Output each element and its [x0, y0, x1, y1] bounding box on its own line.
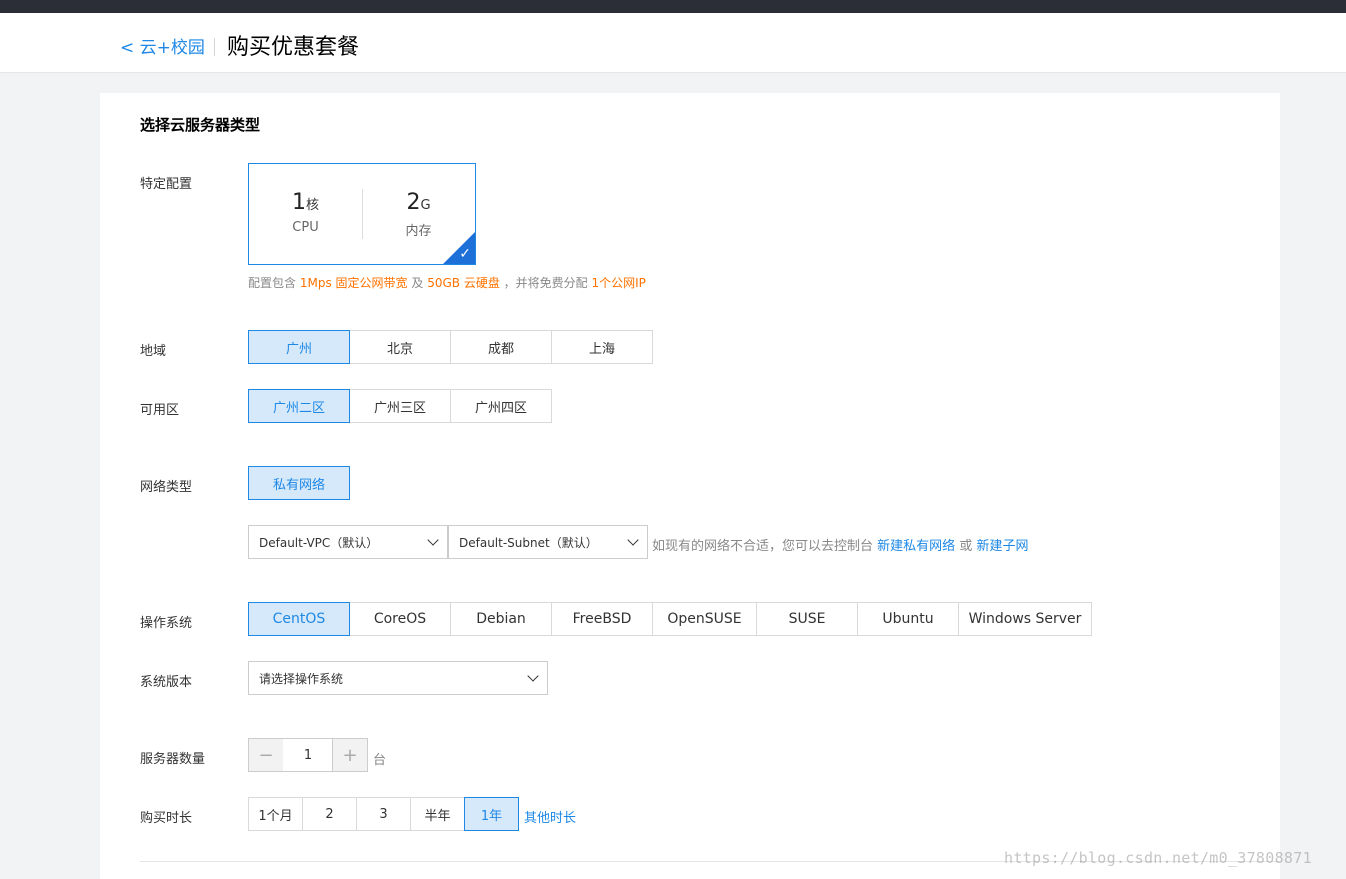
- note-and: 及: [411, 276, 424, 290]
- back-link[interactable]: < 云+校园: [120, 33, 205, 58]
- duration-option[interactable]: 1个月: [248, 797, 303, 831]
- os-option[interactable]: OpenSUSE: [652, 602, 757, 636]
- os-option[interactable]: CoreOS: [349, 602, 451, 636]
- os-selector: CentOS CoreOS Debian FreeBSD OpenSUSE SU…: [248, 602, 1092, 636]
- check-icon: ✓: [459, 246, 471, 262]
- chevron-down-icon: [527, 670, 539, 682]
- zone-option[interactable]: 广州二区: [248, 389, 350, 423]
- label-duration: 购买时长: [140, 811, 193, 826]
- note-disk: 50GB 云硬盘: [427, 276, 500, 290]
- os-option[interactable]: FreeBSD: [551, 602, 653, 636]
- region-option[interactable]: 上海: [551, 330, 653, 364]
- os-option[interactable]: SUSE: [756, 602, 858, 636]
- duration-option[interactable]: 2: [302, 797, 357, 831]
- decrement-button[interactable]: −: [248, 738, 284, 772]
- note-bandwidth: 1Mps 固定公网带宽: [299, 276, 408, 290]
- vpc-select-value: Default-VPC（默认）: [259, 535, 379, 550]
- chevron-down-icon: [427, 534, 439, 546]
- server-count-input[interactable]: 1: [283, 738, 333, 772]
- region-option[interactable]: 成都: [450, 330, 552, 364]
- server-count-unit: 台: [373, 753, 387, 768]
- os-version-select-value: 请选择操作系统: [259, 671, 344, 686]
- config-note: 配置包含 1Mps 固定公网带宽 及 50GB 云硬盘 ，并将免费分配 1个公网…: [248, 274, 646, 291]
- os-option[interactable]: Windows Server: [958, 602, 1092, 636]
- duration-option[interactable]: 半年: [410, 797, 465, 831]
- label-network-type: 网络类型: [140, 480, 193, 495]
- header-divider: [214, 38, 215, 56]
- memory-value: 2: [406, 190, 421, 215]
- os-version-select[interactable]: 请选择操作系统: [248, 661, 548, 695]
- note-mid: ，并将免费分配: [503, 276, 588, 290]
- region-option[interactable]: 北京: [349, 330, 451, 364]
- subnet-select[interactable]: Default-Subnet（默认）: [448, 525, 648, 559]
- cpu-column: 1核 CPU: [249, 190, 362, 235]
- region-selector: 广州 北京 成都 上海: [248, 330, 653, 364]
- other-duration-link[interactable]: 其他时长: [524, 807, 576, 826]
- network-type-option[interactable]: 私有网络: [248, 466, 350, 500]
- memory-unit: G: [420, 198, 431, 213]
- new-subnet-link[interactable]: 新建子网: [976, 539, 1028, 554]
- chevron-down-icon: [627, 534, 639, 546]
- section-title: 选择云服务器类型: [140, 116, 261, 134]
- network-hint: 如现有的网络不合适，您可以去控制台 新建私有网络 或 新建子网: [652, 535, 1028, 554]
- duration-selector: 1个月 2 3 半年 1年: [248, 797, 519, 831]
- label-zone: 可用区: [140, 403, 180, 418]
- network-hint-text: 如现有的网络不合适，您可以去控制台: [652, 539, 874, 554]
- duration-option[interactable]: 1年: [464, 797, 519, 831]
- note-prefix: 配置包含: [248, 276, 297, 290]
- config-panel: 选择云服务器类型 特定配置 1核 CPU 2G 内存 ✓ 配置包含 1Mps 固…: [100, 93, 1280, 879]
- os-option[interactable]: Ubuntu: [857, 602, 959, 636]
- increment-button[interactable]: +: [332, 738, 368, 772]
- duration-option[interactable]: 3: [356, 797, 411, 831]
- os-option[interactable]: CentOS: [248, 602, 350, 636]
- zone-selector: 广州二区 广州三区 广州四区: [248, 389, 552, 423]
- label-os: 操作系统: [140, 616, 193, 631]
- label-region: 地域: [140, 344, 167, 359]
- label-config: 特定配置: [140, 177, 193, 192]
- zone-option[interactable]: 广州四区: [450, 389, 552, 423]
- cpu-value: 1: [291, 190, 306, 215]
- new-vpc-link[interactable]: 新建私有网络: [877, 539, 955, 554]
- zone-option[interactable]: 广州三区: [349, 389, 451, 423]
- cpu-label: CPU: [292, 220, 319, 235]
- watermark: https://blog.csdn.net/m0_37808871: [1004, 849, 1312, 867]
- page-title: 购买优惠套餐: [227, 35, 360, 60]
- note-ip: 1个公网IP: [591, 276, 646, 290]
- top-bar: [0, 0, 1346, 13]
- vpc-select[interactable]: Default-VPC（默认）: [248, 525, 448, 559]
- os-option[interactable]: Debian: [450, 602, 552, 636]
- page-header: < 云+校园 购买优惠套餐: [0, 13, 1346, 73]
- label-server-count: 服务器数量: [140, 752, 206, 767]
- config-card-1core-2g[interactable]: 1核 CPU 2G 内存 ✓: [248, 163, 476, 265]
- network-hint-or: 或: [959, 539, 973, 554]
- network-type-selector: 私有网络: [248, 466, 350, 500]
- label-os-version: 系统版本: [140, 675, 193, 690]
- region-option[interactable]: 广州: [248, 330, 350, 364]
- cpu-unit: 核: [305, 198, 319, 213]
- subnet-select-value: Default-Subnet（默认）: [459, 535, 598, 550]
